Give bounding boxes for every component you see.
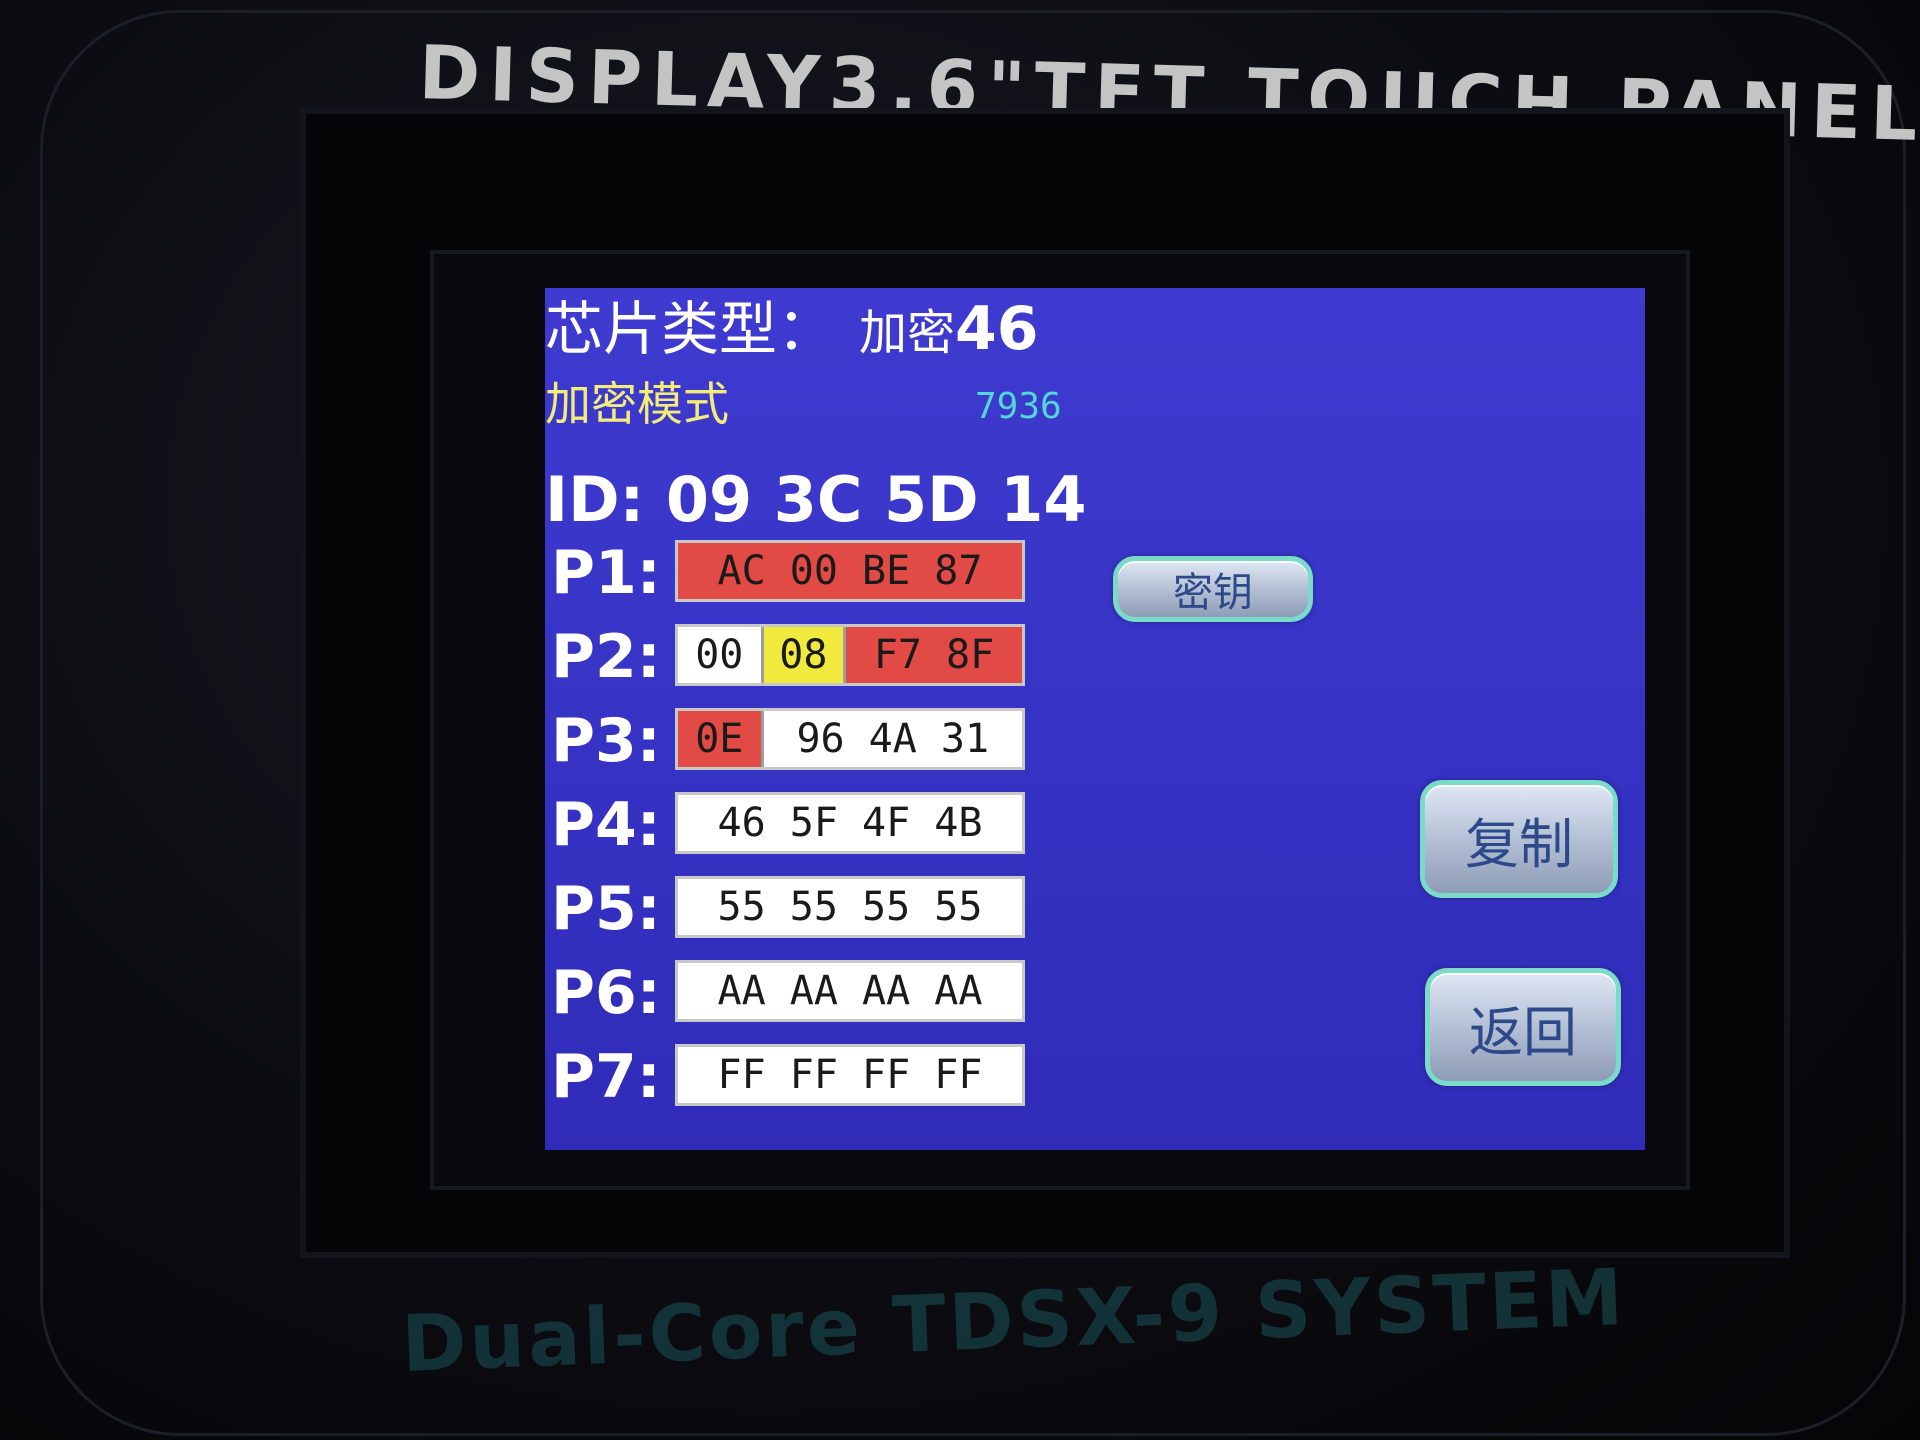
page-cell: 08 xyxy=(760,627,844,683)
chip-type-line: 芯片类型： 加密46 xyxy=(545,288,1039,366)
copy-button[interactable]: 复制 xyxy=(1420,780,1618,898)
page-cell: AA AA AA AA xyxy=(717,968,983,1014)
page-label: P4: xyxy=(551,790,661,860)
chip-id: ID: 09 3C 5D 14 xyxy=(545,463,1087,536)
back-button[interactable]: 返回 xyxy=(1425,968,1621,1086)
page-data-box: AA AA AA AA xyxy=(675,960,1025,1022)
page-cell: 46 5F 4F 4B xyxy=(717,800,983,846)
chip-type-number: 46 xyxy=(955,294,1039,364)
page-data-box: 46 5F 4F 4B xyxy=(675,792,1025,854)
chip-type-label: 芯片类型： xyxy=(545,295,836,363)
page-data-box: 00 08 F7 8F xyxy=(675,624,1025,686)
page-cell: 0E xyxy=(678,711,761,767)
page-data-box: AC 00 BE 87 xyxy=(675,540,1025,602)
page-cell: 96 4A 31 xyxy=(760,711,1022,767)
page-cell: 00 xyxy=(695,632,744,678)
page-cell: FF FF FF FF xyxy=(717,1052,983,1098)
page-cell: 55 55 55 55 xyxy=(717,884,983,930)
page-label: P1: xyxy=(551,538,661,608)
touch-screen: 芯片类型： 加密46 加密模式 7936 ID: 09 3C 5D 14 P1: … xyxy=(545,288,1645,1150)
page-cell: F7 8F xyxy=(843,627,1022,683)
page-label: P5: xyxy=(551,874,661,944)
page-data-box: FF FF FF FF xyxy=(675,1044,1025,1106)
page-label: P2: xyxy=(551,622,661,692)
mode-label: 加密模式 xyxy=(545,377,729,431)
page-label: P7: xyxy=(551,1042,661,1112)
page-label: P6: xyxy=(551,958,661,1028)
page-data-box: 55 55 55 55 xyxy=(675,876,1025,938)
page-cell: AC 00 BE 87 xyxy=(678,543,1022,599)
page-label: P3: xyxy=(551,706,661,776)
page-data-box: 0E 96 4A 31 xyxy=(675,708,1025,770)
mode-value: 7936 xyxy=(975,386,1062,427)
device-body: DISPLAY3.6"TFT TOUCH PANEL 芯片类型： 加密46 加密模… xyxy=(0,0,1920,1440)
key-button[interactable]: 密钥 xyxy=(1113,556,1313,622)
chip-type-value: 加密 xyxy=(859,305,956,361)
